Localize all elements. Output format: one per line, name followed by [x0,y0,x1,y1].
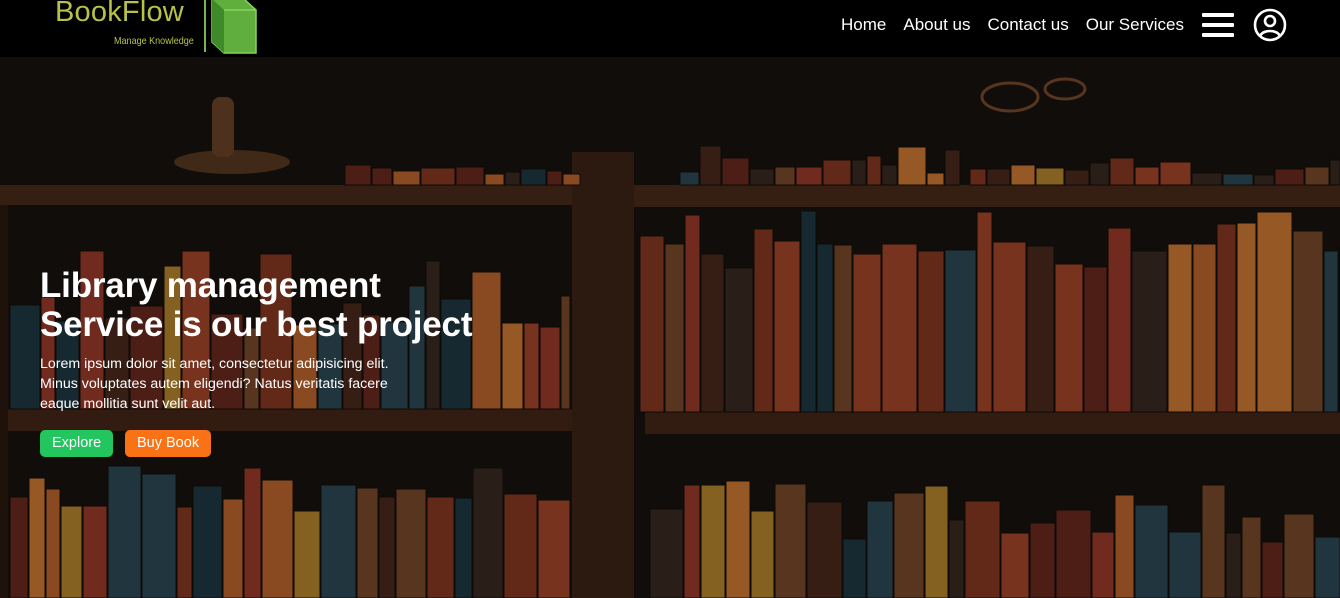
hero-headline-line2: Service is our best project [40,305,473,344]
user-circle-icon[interactable] [1253,8,1287,42]
nav-services-link[interactable]: Our Services [1086,15,1184,35]
main-nav: Home About us Contact us Our Services [841,15,1184,35]
nav-home-link[interactable]: Home [841,15,886,35]
logo-divider [204,0,206,52]
buy-book-button[interactable]: Buy Book [125,430,212,457]
hamburger-menu-icon[interactable] [1202,13,1234,37]
hero-headline: Library management Service is our best p… [40,266,560,344]
hero-headline-line1: Library management [40,266,381,305]
nav-about-link[interactable]: About us [903,15,970,35]
navbar: BookFlow Manage Knowledge Home About us … [0,0,1340,57]
book-logo-icon [211,0,257,54]
brand-name: BookFlow [55,0,184,28]
brand-tagline: Manage Knowledge [114,35,194,47]
nav-contact-link[interactable]: Contact us [987,15,1068,35]
explore-button[interactable]: Explore [40,430,114,457]
hero-description: Lorem ipsum dolor sit amet, consectetur … [40,356,389,412]
